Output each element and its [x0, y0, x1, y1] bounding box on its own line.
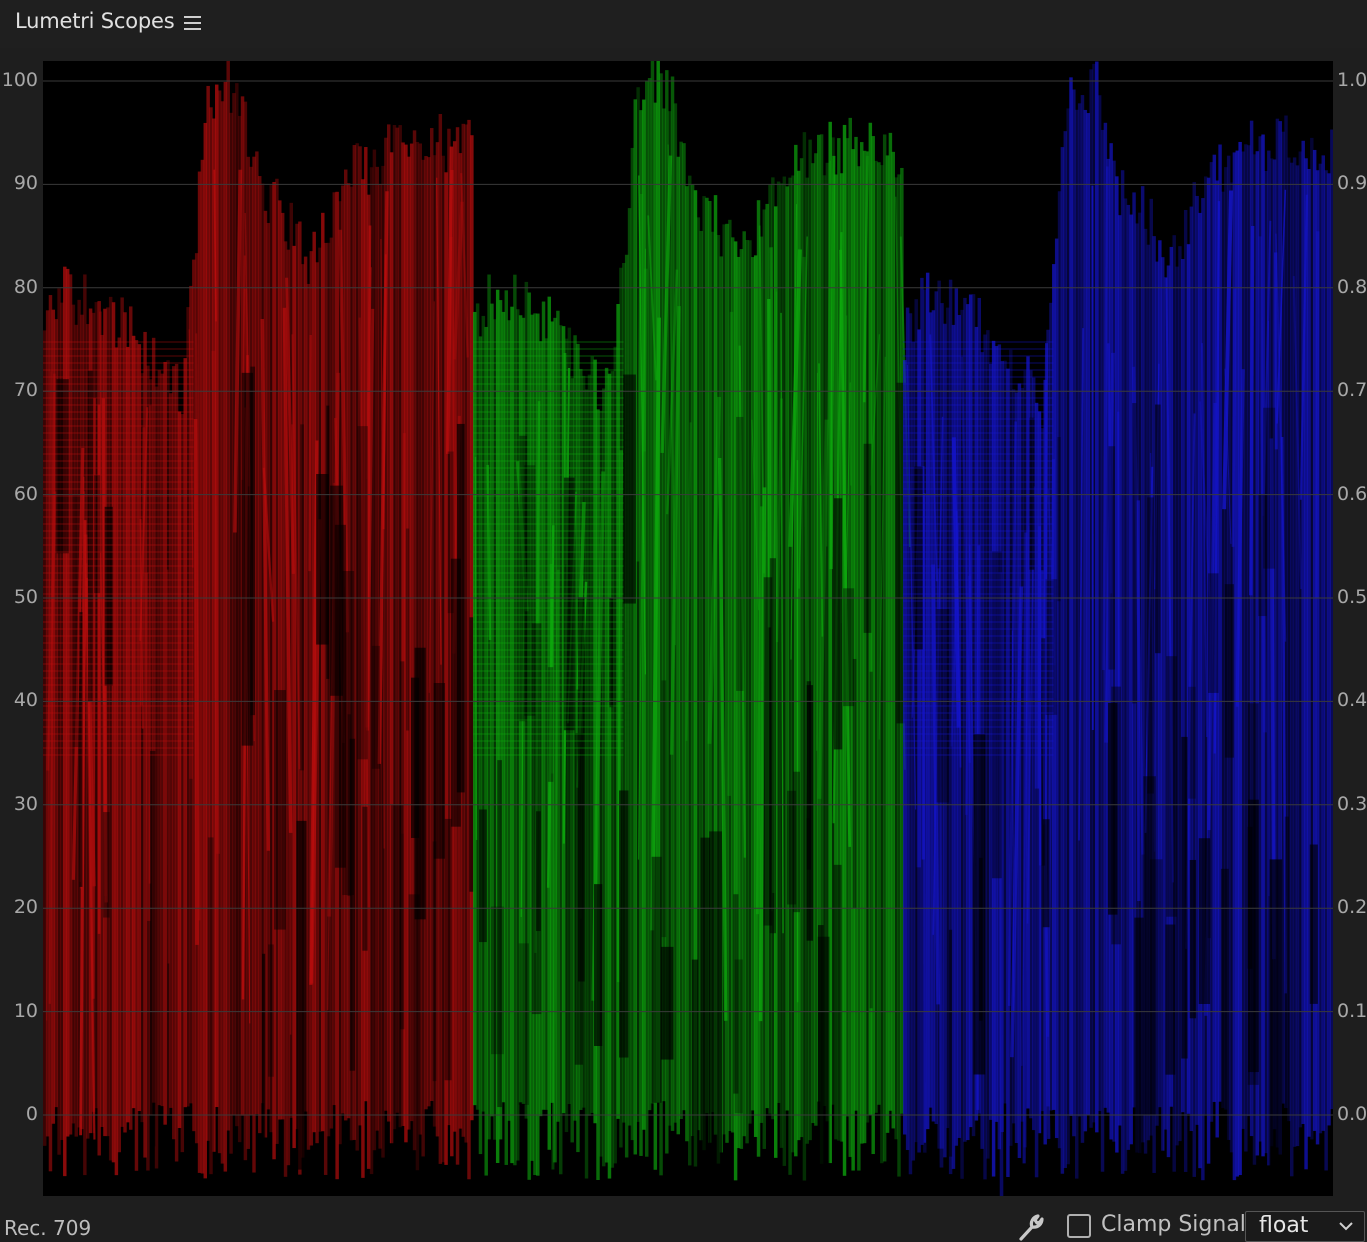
- right-scale-tick: 0.7: [1337, 379, 1367, 402]
- left-scale-tick: 40: [13, 689, 38, 712]
- blue-channel-waveform: [903, 61, 1333, 1196]
- left-scale-tick: 60: [13, 482, 38, 505]
- right-scale-tick: 0.5: [1337, 586, 1367, 608]
- left-scale-tick: 90: [13, 172, 38, 195]
- hamburger-menu-icon[interactable]: [183, 14, 203, 32]
- right-scale-tick: 0.0: [1337, 1103, 1367, 1125]
- panel-title: Lumetri Scopes: [15, 9, 175, 33]
- left-scale-tick: 70: [13, 379, 38, 402]
- right-scale-tick: 1.0: [1337, 69, 1367, 91]
- rgb-parade-scope: [43, 61, 1333, 1196]
- left-scale-tick: 100: [1, 69, 38, 91]
- clamp-signal-checkbox[interactable]: [1067, 1214, 1091, 1238]
- left-scale-tick: 0: [25, 1103, 38, 1125]
- color-standard-label: Rec. 709: [4, 1216, 92, 1240]
- red-channel-waveform: [43, 61, 482, 1196]
- left-scale-tick: 20: [13, 896, 38, 919]
- right-scale-tick: 0.4: [1337, 689, 1367, 712]
- left-scale-tick: 30: [13, 792, 38, 815]
- panel-header: Lumetri Scopes: [0, 0, 1367, 48]
- bit-depth-value: float: [1259, 1213, 1309, 1238]
- bit-depth-dropdown[interactable]: float: [1245, 1211, 1365, 1242]
- right-scale-tick: 0.6: [1337, 482, 1367, 505]
- right-scale-tick: 0.8: [1337, 275, 1367, 298]
- chevron-down-icon: [1339, 1222, 1353, 1231]
- left-scale-tick: 50: [13, 586, 38, 608]
- left-scale-tick: 80: [13, 275, 38, 298]
- left-scale-tick: 10: [13, 999, 38, 1022]
- right-scale-tick: 0.3: [1337, 792, 1367, 815]
- clamp-signal-label[interactable]: Clamp Signal: [1101, 1212, 1246, 1237]
- green-channel-waveform: [473, 61, 911, 1196]
- right-scale-tick: 0.9: [1337, 172, 1367, 195]
- wrench-icon[interactable]: [1013, 1212, 1045, 1242]
- right-scale-tick: 0.1: [1337, 999, 1367, 1022]
- right-scale-tick: 0.2: [1337, 896, 1367, 919]
- scope-canvas: [43, 61, 1333, 1196]
